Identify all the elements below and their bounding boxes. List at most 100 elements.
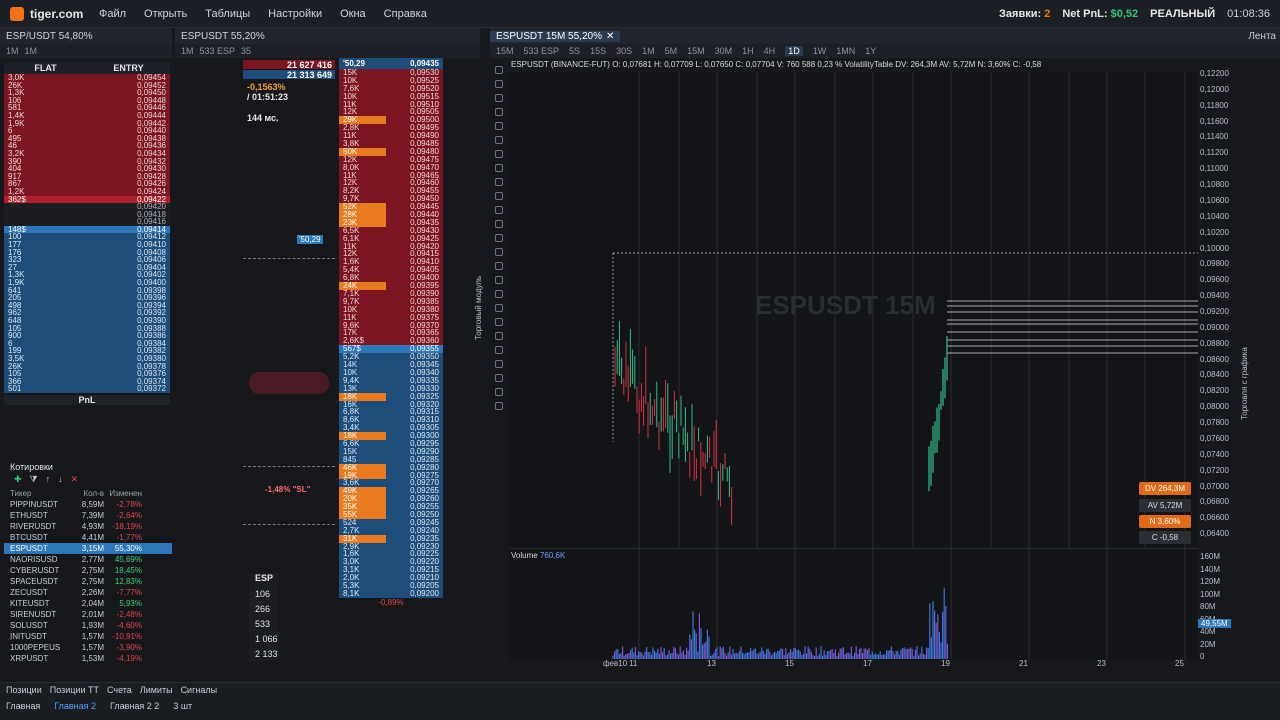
quote-row[interactable]: XRPUSDT 1,53M -4,19% xyxy=(4,653,172,664)
toolbar-chart-item[interactable]: 1Y xyxy=(865,46,876,56)
quote-row[interactable]: ZECUSDT 2,26M -7,77% xyxy=(4,587,172,598)
brush-icon[interactable] xyxy=(495,164,503,172)
tab-feed[interactable]: Лента xyxy=(1248,31,1280,42)
esp-qty-item[interactable]: 533 xyxy=(249,617,279,632)
netpnl-indicator[interactable]: Net PnL: $0,52 xyxy=(1062,8,1138,20)
quote-row[interactable]: SPACEUSDT 2,75M 12,83% xyxy=(4,576,172,587)
down-icon[interactable]: ↓ xyxy=(58,474,63,488)
workspace-tab[interactable]: Главная xyxy=(6,701,40,711)
quote-row[interactable]: KITEUSDT 2,04M 5,93% xyxy=(4,598,172,609)
toolbar-chart-item[interactable]: 4H xyxy=(764,46,776,56)
quote-row[interactable]: RIVERUSDT 4,93M -18,19% xyxy=(4,521,172,532)
toolbar-chart-item[interactable]: 15M xyxy=(687,46,705,56)
circle-icon[interactable] xyxy=(495,220,503,228)
toolbar-chart-item[interactable]: 1H xyxy=(742,46,754,56)
quote-row[interactable]: ETHUSDT 7,39M -2,64% xyxy=(4,510,172,521)
menu-item-2[interactable]: Таблицы xyxy=(196,8,259,20)
workspace-tab[interactable]: 3 шт xyxy=(173,701,192,711)
time-axis[interactable]: фев10 11 13 15 17 19 21 23 25 xyxy=(509,658,1198,670)
toolbar-left-item[interactable]: 1M xyxy=(6,46,19,56)
toolbar-chart-item[interactable]: 15M xyxy=(496,46,514,56)
triangle-icon[interactable] xyxy=(495,262,503,270)
quote-row[interactable]: SIRENUSDT 2,01M -2,48% xyxy=(4,609,172,620)
toolbar-mid-item[interactable]: 35 xyxy=(241,46,251,56)
menu-item-0[interactable]: Файл xyxy=(90,8,135,20)
quote-row[interactable]: SOLUSDT 1,93M -4,60% xyxy=(4,620,172,631)
pattern-icon[interactable] xyxy=(495,304,503,312)
toolbar-chart-item[interactable]: 5S xyxy=(569,46,580,56)
quote-row[interactable]: 1000PEPEUS 1,57M -3,90% xyxy=(4,642,172,653)
volume-pane[interactable]: Volume 760,6K xyxy=(509,548,1198,661)
bottom-tab[interactable]: Позиции xyxy=(6,685,42,695)
ellipse-icon[interactable] xyxy=(495,234,503,242)
channel-icon[interactable] xyxy=(495,206,503,214)
quote-row[interactable]: CYBERUSDT 2,75M 18,45% xyxy=(4,565,172,576)
quote-row[interactable]: ESPUSDT 3,15M 55,30% xyxy=(4,543,172,554)
toolbar-chart-item[interactable]: 30M xyxy=(715,46,733,56)
hline-icon[interactable] xyxy=(495,108,503,116)
esp-qty-item[interactable]: 1 066 xyxy=(249,632,279,647)
quote-row[interactable]: PIPPINUSDT 8,59M -2,78% xyxy=(4,499,172,510)
note-icon[interactable] xyxy=(495,290,503,298)
filter-icon[interactable]: ⧩ xyxy=(30,474,38,488)
toolbar-chart-item[interactable]: 1W xyxy=(813,46,827,56)
esp-qty-item[interactable]: 266 xyxy=(249,602,279,617)
bottom-tab[interactable]: Счета xyxy=(107,685,132,695)
stop-loss-label[interactable]: -1,48% "SL" xyxy=(265,485,310,494)
workspace-tab[interactable]: Главная 2 xyxy=(54,701,96,711)
toolbar-chart-item[interactable]: 1MN xyxy=(836,46,855,56)
menu-item-3[interactable]: Настройки xyxy=(259,8,331,20)
price-axis[interactable]: 0,12200 0,12000 0,11800 0,11600 0,11400 0,112… xyxy=(1198,69,1238,548)
delete-icon[interactable]: ✕ xyxy=(71,474,79,488)
close-icon[interactable]: ✕ xyxy=(606,31,614,42)
menu-item-4[interactable]: Окна xyxy=(331,8,375,20)
eraser-icon[interactable] xyxy=(495,360,503,368)
chart-trading-label[interactable]: Торговля с графика xyxy=(1240,347,1249,420)
arrow-icon[interactable] xyxy=(495,122,503,130)
toolbar-left-item[interactable]: 1M xyxy=(25,46,38,56)
ray-icon[interactable] xyxy=(495,94,503,102)
toolbar-mid-item[interactable]: 1M xyxy=(181,46,194,56)
quote-row[interactable]: NAORISUSD 2,77M 45,69% xyxy=(4,554,172,565)
account-mode-select[interactable]: РЕАЛЬНЫЙ xyxy=(1150,8,1215,20)
bottom-tab[interactable]: Лимиты xyxy=(140,685,173,695)
esp-qty-item[interactable]: 2 133 xyxy=(249,647,279,662)
flat-row[interactable]: 501 0,09372 xyxy=(4,385,170,393)
magnet-icon[interactable] xyxy=(495,374,503,382)
toolbar-chart-item[interactable]: 15S xyxy=(590,46,606,56)
price-chart[interactable]: ESPUSDT 15M xyxy=(509,72,1198,548)
text-icon[interactable] xyxy=(495,276,503,284)
rect-icon[interactable] xyxy=(495,248,503,256)
lock-icon[interactable] xyxy=(495,388,503,396)
ruler-icon[interactable] xyxy=(495,178,503,186)
trade-module-label[interactable]: Торговый модуль xyxy=(474,276,483,340)
measure-icon[interactable] xyxy=(495,318,503,326)
toolbar-chart-item[interactable]: 1D xyxy=(785,46,803,56)
tab-espusdt-chart[interactable]: ESPUSDT 15M 55,20% ✕ xyxy=(490,30,621,42)
up-icon[interactable]: ↑ xyxy=(46,474,51,488)
price-marker[interactable]: '50,29 xyxy=(297,235,323,244)
toolbar-chart-item[interactable]: 30S xyxy=(616,46,632,56)
line-icon[interactable] xyxy=(495,80,503,88)
toolbar-chart-item[interactable]: 1M xyxy=(642,46,655,56)
pen-icon[interactable] xyxy=(495,150,503,158)
add-icon[interactable]: ✚ xyxy=(14,474,22,488)
bottom-tab[interactable]: Сигналы xyxy=(181,685,218,695)
tab-espusdt-mid[interactable]: ESPUSDT 55,20% xyxy=(175,31,271,42)
menu-item-1[interactable]: Открыть xyxy=(135,8,196,20)
menu-item-5[interactable]: Справка xyxy=(375,8,436,20)
toolbar-chart-item[interactable]: 5M xyxy=(665,46,678,56)
toolbar-chart-item[interactable]: 533 ESP xyxy=(524,46,560,56)
ladder-row[interactable]: 8,1K 0,09200 xyxy=(339,589,443,598)
cursor-icon[interactable] xyxy=(495,66,503,74)
tab-esp-usdt[interactable]: ESP/USDT 54,80% xyxy=(0,31,99,42)
eye-icon[interactable] xyxy=(495,402,503,410)
quote-row[interactable]: INITUSDT 1,57M -10,91% xyxy=(4,631,172,642)
orders-indicator[interactable]: Заявки: 2 xyxy=(999,8,1050,20)
bottom-tab[interactable]: Позиции ТТ xyxy=(50,685,99,695)
workspace-tab[interactable]: Главная 2 2 xyxy=(110,701,159,711)
trend-icon[interactable] xyxy=(495,332,503,340)
zoom-icon[interactable] xyxy=(495,346,503,354)
quote-row[interactable]: BTCUSDT 4,41M -1,77% xyxy=(4,532,172,543)
toolbar-mid-item[interactable]: 533 ESP xyxy=(200,46,236,56)
